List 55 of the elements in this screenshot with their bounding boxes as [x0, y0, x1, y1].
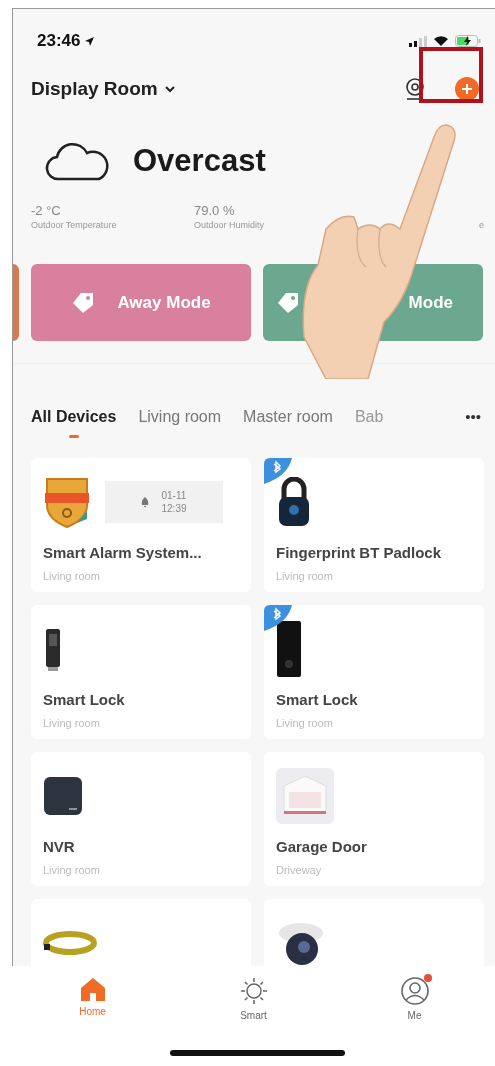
sun-icon	[238, 976, 269, 1006]
highlight-frame	[419, 47, 483, 103]
device-card[interactable]: Fingerprint BT Padlock Living room	[264, 458, 484, 592]
device-card[interactable]: Smart Lock Living room	[264, 605, 484, 739]
status-time: 01-11 12:39	[161, 489, 187, 515]
stat-label: Outdoor Temperature	[31, 220, 118, 230]
device-card[interactable]: 01-11 12:39 Smart Alarm System... Living room	[31, 458, 251, 592]
device-card[interactable]: NVR Living room	[31, 752, 251, 886]
stat-label: Outdoor Humidity	[194, 220, 266, 230]
door-lock-icon	[276, 620, 302, 678]
signal-icon	[409, 35, 427, 47]
profile-icon	[399, 976, 430, 1006]
stat-value: -2 °C	[31, 203, 62, 218]
device-room: Living room	[276, 717, 334, 729]
tag-icon	[71, 291, 96, 314]
stat-value: 79.0 %	[194, 203, 236, 218]
device-room: Living room	[276, 570, 334, 582]
home-name[interactable]: Display Room	[31, 78, 158, 100]
cloud-icon	[45, 141, 111, 181]
weather-condition: Overcast	[133, 143, 266, 179]
pointing-hand-icon	[300, 124, 458, 379]
battery-icon	[455, 35, 481, 47]
device-name: Fingerprint BT Padlock	[276, 544, 442, 561]
padlock-icon	[276, 477, 312, 527]
device-name: NVR	[43, 838, 76, 855]
plus-icon	[461, 83, 473, 95]
device-room: Driveway	[276, 864, 323, 876]
location-arrow-icon	[84, 35, 96, 47]
nav-tab[interactable]: Me	[399, 976, 430, 1022]
room-tab[interactable]: Living room	[138, 408, 222, 426]
add-button[interactable]	[455, 77, 479, 101]
device-name: Garage Door	[276, 838, 368, 855]
garage-door-icon	[276, 768, 334, 824]
room-tab[interactable]: All Devices	[31, 408, 117, 438]
tag-icon	[276, 291, 300, 314]
chevron-down-icon[interactable]	[163, 85, 176, 93]
device-room: Living room	[43, 864, 101, 876]
stat-label: e	[478, 220, 484, 230]
device-room: Living room	[43, 717, 101, 729]
home-icon	[78, 976, 107, 1002]
nav-tab[interactable]: Smart	[238, 976, 269, 1022]
camera-icon[interactable]	[405, 77, 425, 101]
nvr-box-icon	[43, 776, 83, 816]
status-time: 23:46	[37, 31, 81, 51]
device-name: Smart Lock	[276, 691, 359, 708]
room-tab[interactable]: Master room	[243, 408, 333, 426]
device-name: Smart Lock	[43, 691, 126, 708]
wifi-icon	[433, 35, 449, 47]
device-card[interactable]: Garage Door Driveway	[264, 752, 484, 886]
cable-coil-icon	[43, 930, 97, 956]
device-name: Smart Alarm System...	[43, 544, 203, 561]
alarm-shield-icon	[43, 475, 91, 529]
device-room: Living room	[43, 570, 101, 582]
bell-icon	[141, 497, 150, 507]
device-card[interactable]: Smart Lock Living room	[31, 605, 251, 739]
